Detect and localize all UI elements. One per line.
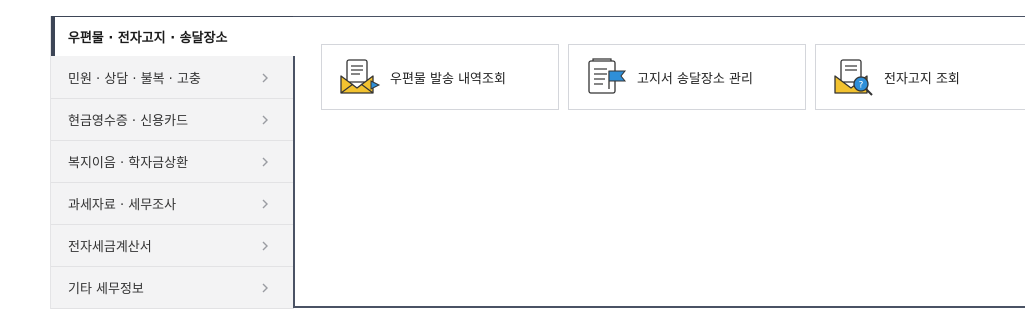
chevron-right-icon (262, 199, 268, 208)
sidebar-item-label: 현금영수증 · 신용카드 (68, 114, 189, 129)
sidebar-item-mail-notice[interactable]: 우편물 · 전자고지 · 송달장소 (51, 16, 296, 56)
sidebar-item-cash-receipt[interactable]: 현금영수증 · 신용카드 (51, 99, 294, 141)
sidebar-item-complaint[interactable]: 민원 · 상담 · 불복 · 고충 (51, 57, 294, 99)
chevron-right-icon (262, 157, 268, 166)
card-label: 우편물 발송 내역조회 (390, 71, 506, 87)
sidebar-item-other-tax-info[interactable]: 기타 세무정보 (51, 267, 294, 309)
sidebar-item-label: 우편물 · 전자고지 · 송달장소 (68, 31, 228, 46)
chevron-right-icon (262, 115, 268, 124)
chevron-right-icon (262, 241, 268, 250)
sidebar-item-label: 민원 · 상담 · 불복 · 고충 (68, 72, 201, 87)
document-flag-icon (588, 58, 627, 94)
card-label: 전자고지 조회 (884, 71, 960, 87)
chevron-right-icon (262, 73, 268, 82)
sidebar-item-tax-data[interactable]: 과세자료 · 세무조사 (51, 183, 294, 225)
card-label: 고지서 송달장소 관리 (637, 71, 753, 87)
mail-history-card[interactable]: 우편물 발송 내역조회 (321, 44, 559, 110)
svg-text:?: ? (859, 81, 864, 91)
notice-address-card[interactable]: 고지서 송달장소 관리 (568, 44, 806, 110)
panel-tab-joint (291, 17, 295, 56)
sidebar-nav: 우편물 · 전자고지 · 송달장소 민원 · 상담 · 불복 · 고충 현금영수… (50, 16, 296, 309)
page: 우편물 · 전자고지 · 송달장소 민원 · 상담 · 불복 · 고충 현금영수… (0, 0, 1025, 313)
sidebar-item-label: 기타 세무정보 (68, 282, 144, 297)
chevron-right-icon (262, 283, 268, 292)
mail-envelope-icon (340, 59, 381, 94)
sidebar-item-welfare[interactable]: 복지이음 · 학자금상환 (51, 141, 294, 183)
sidebar-item-label: 과세자료 · 세무조사 (68, 198, 177, 213)
mail-search-icon: ? (834, 59, 873, 96)
sidebar-item-e-invoice[interactable]: 전자세금계산서 (51, 225, 294, 267)
e-notice-card[interactable]: ? 전자고지 조회 (815, 44, 1025, 110)
sidebar-item-label: 전자세금계산서 (68, 240, 152, 255)
sidebar-item-label: 복지이음 · 학자금상환 (68, 156, 189, 171)
